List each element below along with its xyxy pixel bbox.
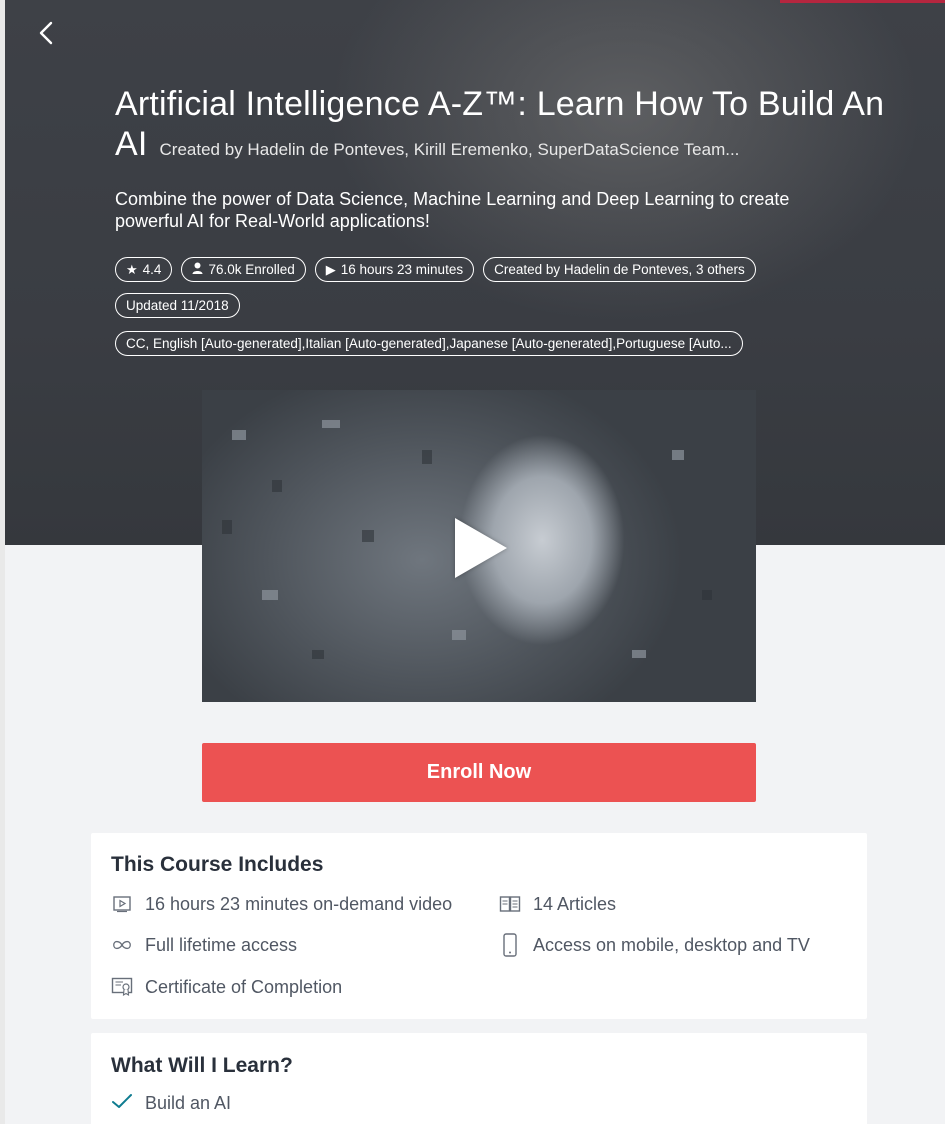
captions-value: CC, English [Auto-generated],Italian [Au… — [126, 335, 732, 351]
includes-articles: 14 Articles — [499, 893, 616, 915]
back-button[interactable] — [35, 18, 59, 48]
updated-value: Updated 11/2018 — [126, 297, 229, 313]
chevron-left-icon — [39, 21, 53, 45]
duration-value: 16 hours 23 minutes — [340, 261, 464, 277]
course-includes-card: This Course Includes 16 hours 23 minutes… — [91, 833, 867, 1019]
what-will-i-learn-card: What Will I Learn? Build an AI — [91, 1033, 867, 1124]
mobile-icon — [499, 933, 521, 957]
enroll-now-button[interactable]: Enroll Now — [202, 743, 756, 802]
updated-badge: Updated 11/2018 — [115, 293, 240, 318]
course-subtitle: Combine the power of Data Science, Machi… — [115, 189, 790, 231]
course-title: Artificial Intelligence A-Z™: Learn How … — [115, 84, 905, 170]
rating-value: 4.4 — [142, 261, 162, 277]
includes-certificate: Certificate of Completion — [111, 976, 342, 998]
enrolled-value: 76.0k Enrolled — [208, 261, 295, 277]
includes-video: 16 hours 23 minutes on-demand video — [111, 893, 452, 915]
course-includes-heading: This Course Includes — [111, 853, 324, 876]
course-badges-row-1: ★ 4.4 76.0k Enrolled ▶ 16 hours 23 minut… — [115, 257, 756, 282]
captions-badge[interactable]: CC, English [Auto-generated],Italian [Au… — [115, 331, 743, 356]
instructors-badge[interactable]: Created by Hadelin de Ponteves, 3 others — [483, 257, 756, 282]
duration-badge: ▶ 16 hours 23 minutes — [314, 257, 475, 282]
course-preview-video[interactable] — [202, 390, 756, 702]
user-icon — [192, 259, 203, 281]
article-icon — [499, 893, 521, 915]
video-icon — [111, 893, 133, 915]
certificate-icon — [111, 976, 133, 998]
includes-mobile-text: Access on mobile, desktop and TV — [533, 934, 810, 955]
rating-badge[interactable]: ★ 4.4 — [115, 257, 173, 282]
top-accent-bar — [780, 0, 945, 3]
what-will-i-learn-heading: What Will I Learn? — [111, 1054, 293, 1077]
learn-item-text: Build an AI — [145, 1093, 232, 1113]
learn-item: Build an AI — [111, 1093, 231, 1114]
includes-articles-text: 14 Articles — [533, 893, 617, 914]
enrolled-badge: 76.0k Enrolled — [181, 257, 306, 282]
star-icon: ★ — [126, 261, 138, 277]
course-badges-row-3: CC, English [Auto-generated],Italian [Au… — [115, 331, 743, 356]
includes-certificate-text: Certificate of Completion — [145, 976, 343, 997]
includes-video-text: 16 hours 23 minutes on-demand video — [145, 893, 453, 914]
play-icon: ▶ — [325, 261, 336, 277]
course-authors[interactable]: Created by Hadelin de Ponteves, Kirill E… — [160, 140, 740, 159]
instructors-value: Created by Hadelin de Ponteves, 3 others — [494, 261, 745, 277]
includes-lifetime-text: Full lifetime access — [145, 934, 298, 955]
infinity-icon — [111, 934, 133, 956]
includes-mobile: Access on mobile, desktop and TV — [499, 933, 810, 957]
play-video-button[interactable] — [455, 518, 507, 578]
course-badges-row-2: Updated 11/2018 — [115, 293, 240, 318]
check-icon — [111, 1093, 133, 1114]
includes-lifetime: Full lifetime access — [111, 934, 297, 956]
